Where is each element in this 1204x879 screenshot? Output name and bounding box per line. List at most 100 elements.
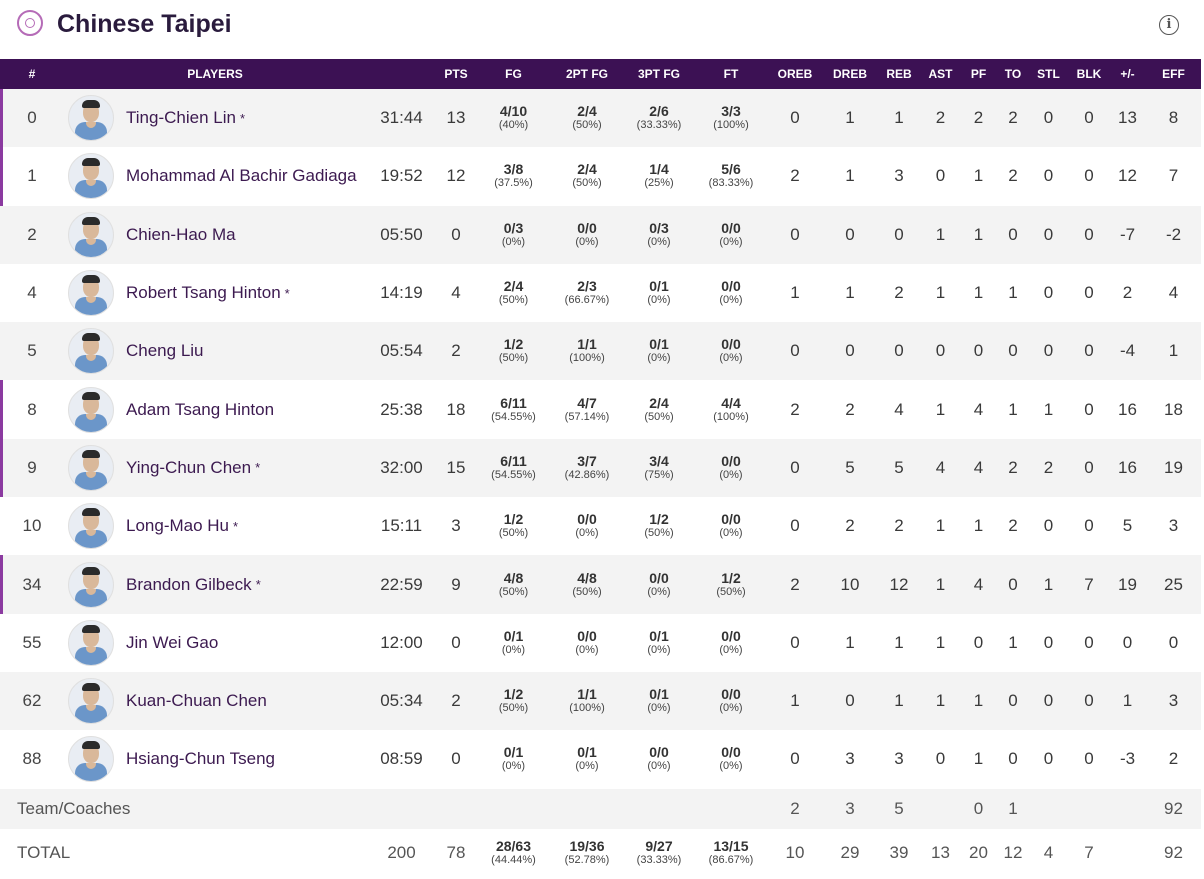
table-header-row: # PLAYERS PTS FG 2PT FG 3PT FG FT OREB DREB REB AS… <box>0 59 1201 89</box>
total-stat-to: 12 <box>998 828 1028 877</box>
stat-reb: 1 <box>876 613 922 672</box>
two-point-fg: 1/1 (100%) <box>552 671 622 731</box>
info-icon[interactable]: i <box>1159 15 1179 35</box>
column-header: 3PT FG <box>637 67 680 81</box>
stat-blk: 0 <box>1069 322 1109 381</box>
player-row[interactable]: 62 Kuan-Chuan Chen 05:34 2 1/2 (50%) 1/1 (100%)… <box>0 671 1201 731</box>
player-row[interactable]: 5 Cheng Liu 05:54 2 1/2 (50%) 1/1 (100%) 0/1 (0%)… <box>0 322 1201 381</box>
stat-ast: 1 <box>922 205 959 264</box>
player-cell[interactable]: Chien-Hao Ma <box>64 205 366 264</box>
two-point-fg-made: 0/0 <box>577 219 597 236</box>
player-cell[interactable]: Cheng Liu <box>64 322 366 381</box>
player-row[interactable]: 4 Robert Tsang Hinton * 14:19 4 2/4 (50%) 2/3 (6… <box>0 263 1201 323</box>
player-name-link[interactable]: Cheng Liu <box>126 341 204 361</box>
two-point-fg-pct: (50%) <box>572 177 602 190</box>
column-header: # <box>28 67 36 81</box>
player-name-link[interactable]: Ting-Chien Lin <box>126 108 236 128</box>
stat-blk: 0 <box>1069 438 1109 498</box>
total-stat-reb: 39 <box>876 828 922 877</box>
field-goals: 4/10 (40%) <box>475 89 552 148</box>
stat-oreb: 2 <box>766 147 824 206</box>
player-cell[interactable]: Brandon Gilbeck * <box>64 555 366 614</box>
player-cell[interactable]: Long-Mao Hu * <box>64 497 366 556</box>
total-stat-pm <box>1109 828 1146 877</box>
player-name-link[interactable]: Robert Tsang Hinton <box>126 283 281 303</box>
player-row[interactable]: 88 Hsiang-Chun Tseng 08:59 0 0/1 (0%) 0/1 (0%) 0… <box>0 730 1201 789</box>
player-row[interactable]: 55 Jin Wei Gao 12:00 0 0/1 (0%) 0/0 (0%) 0/1 (0%)… <box>0 613 1201 672</box>
field-goals-pct: (0%) <box>501 235 526 248</box>
two-point-fg-pct: (42.86%) <box>564 468 610 481</box>
team-stat-stl <box>1028 788 1069 829</box>
field-goals-pct: (54.55%) <box>491 468 536 481</box>
field-goals-pct: (40%) <box>498 119 529 132</box>
player-name-link[interactable]: Mohammad Al Bachir Gadiaga <box>126 166 357 186</box>
total-label: TOTAL <box>0 828 366 877</box>
stat-stl: 0 <box>1028 147 1069 206</box>
player-row[interactable]: 0 Ting-Chien Lin * 31:44 13 4/10 (40%) 2/4 (50%)… <box>0 89 1201 148</box>
stat-pm: -7 <box>1109 205 1146 264</box>
field-goals: 1/2 (50%) <box>475 497 552 556</box>
team-stat-oreb: 2 <box>766 788 824 829</box>
stat-blk: 0 <box>1069 380 1109 439</box>
player-cell[interactable]: Ying-Chun Chen * <box>64 438 366 498</box>
free-throws: 0/0 (0%) <box>696 671 766 731</box>
player-name-link[interactable]: Hsiang-Chun Tseng <box>126 749 275 769</box>
free-throws-made: 0/0 <box>721 336 741 353</box>
stat-eff: 25 <box>1146 555 1201 614</box>
free-throws-made: 4/4 <box>721 394 741 411</box>
stat-dreb: 0 <box>824 205 876 264</box>
two-point-fg-made: 2/3 <box>577 278 597 295</box>
player-cell[interactable]: Jin Wei Gao <box>64 613 366 672</box>
player-name-link[interactable]: Kuan-Chuan Chen <box>126 691 267 711</box>
player-cell[interactable]: Hsiang-Chun Tseng <box>64 730 366 789</box>
player-name-link[interactable]: Ying-Chun Chen <box>126 458 251 478</box>
player-row[interactable]: 2 Chien-Hao Ma 05:50 0 0/3 (0%) 0/0 (0%) 0/3 (0%)… <box>0 205 1201 264</box>
stat-reb: 0 <box>876 205 922 264</box>
three-point-fg-pct: (33.33%) <box>636 119 682 132</box>
three-point-fg-pct: (0%) <box>647 235 671 248</box>
team-stat-dreb: 3 <box>824 788 876 829</box>
two-point-fg: 0/0 (0%) <box>552 613 622 672</box>
total-stat-blk: 7 <box>1069 828 1109 877</box>
player-name-link[interactable]: Adam Tsang Hinton <box>126 400 274 420</box>
stat-pf: 4 <box>959 555 998 614</box>
two-point-fg-made: 2/4 <box>577 161 597 178</box>
minutes: 05:34 <box>366 671 437 731</box>
player-row[interactable]: 8 Adam Tsang Hinton 25:38 18 6/11 (54.55%) 4/7… <box>0 380 1201 439</box>
points: 3 <box>437 497 475 556</box>
stat-to: 2 <box>998 147 1028 206</box>
stat-oreb: 1 <box>766 671 824 731</box>
player-cell[interactable]: Mohammad Al Bachir Gadiaga <box>64 147 366 206</box>
player-cell[interactable]: Adam Tsang Hinton <box>64 380 366 439</box>
jersey-number: 8 <box>0 380 64 439</box>
three-point-fg: 2/6 (33.33%) <box>622 89 696 148</box>
field-goals-made: 4/8 <box>503 569 524 586</box>
stat-dreb: 3 <box>824 730 876 789</box>
player-name-link[interactable]: Jin Wei Gao <box>126 633 218 653</box>
player-cell[interactable]: Robert Tsang Hinton * <box>64 263 366 323</box>
player-row[interactable]: 10 Long-Mao Hu * 15:11 3 1/2 (50%) 0/0 (0%) 1/2 (5… <box>0 497 1201 556</box>
stat-oreb: 0 <box>766 730 824 789</box>
three-point-fg: 1/4 (25%) <box>622 147 696 206</box>
player-name-link[interactable]: Brandon Gilbeck <box>126 575 252 595</box>
player-cell[interactable]: Ting-Chien Lin * <box>64 89 366 148</box>
player-row[interactable]: 1 Mohammad Al Bachir Gadiaga 19:52 12 3/8 (37… <box>0 147 1201 206</box>
field-goals-made: 4/10 <box>499 103 528 120</box>
player-name-link[interactable]: Long-Mao Hu <box>126 516 229 536</box>
total-points: 78 <box>437 828 475 877</box>
stat-dreb: 0 <box>824 322 876 381</box>
free-throws: 3/3 (100%) <box>696 89 766 148</box>
player-name-link[interactable]: Chien-Hao Ma <box>126 225 236 245</box>
player-row[interactable]: 34 Brandon Gilbeck * 22:59 9 4/8 (50%) 4/8 (50%)… <box>0 555 1201 614</box>
player-cell[interactable]: Kuan-Chuan Chen <box>64 671 366 731</box>
stat-eff: 7 <box>1146 147 1201 206</box>
field-goals-pct: (0%) <box>501 643 526 656</box>
stat-eff: 8 <box>1146 89 1201 148</box>
stat-stl: 1 <box>1028 555 1069 614</box>
free-throws-pct: (0%) <box>719 352 743 365</box>
player-row[interactable]: 9 Ying-Chun Chen * 32:00 15 6/11 (54.55%) 3/7 (4… <box>0 438 1201 498</box>
field-goals-made: 1/2 <box>503 686 524 703</box>
jersey-number: 55 <box>0 613 64 672</box>
two-point-fg-made: 0/0 <box>577 627 597 644</box>
stat-stl: 1 <box>1028 380 1069 439</box>
